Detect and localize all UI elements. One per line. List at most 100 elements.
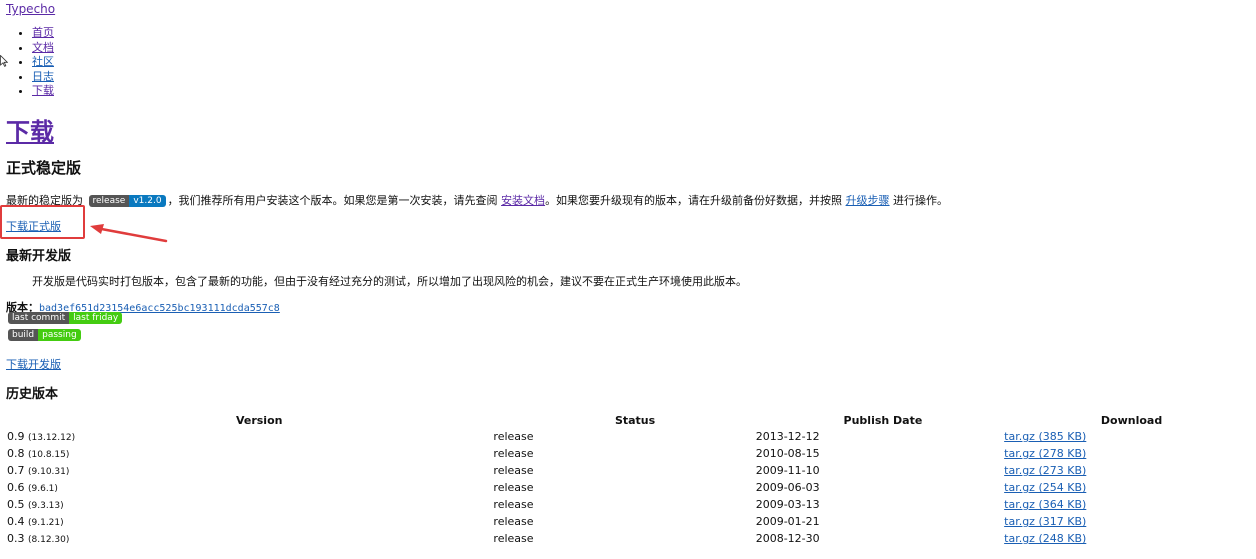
download-archive-link[interactable]: tar.gz (248 KB): [1004, 532, 1086, 545]
status-cell: release: [493, 462, 758, 479]
stable-text-3: 。如果您要升级现有的版本，请在升级前备份好数据，并按照: [545, 194, 846, 207]
main-nav: 首页 文档 社区 日志 下载: [18, 26, 54, 99]
version-cell: 0.4 (9.1.21): [0, 513, 511, 530]
nav-item-docs: 文档: [32, 41, 54, 56]
col-version-header: Version: [235, 413, 283, 427]
page-title-link[interactable]: 下载: [6, 118, 54, 146]
last-commit-badge-label: last commit: [8, 312, 70, 324]
nav-link-blog[interactable]: 日志: [32, 70, 54, 83]
download-archive-link[interactable]: tar.gz (278 KB): [1004, 447, 1086, 460]
table-row: 0.9 (13.12.12) release 2013-12-12 tar.gz (3…: [0, 428, 1256, 445]
publish-date: 2010-08-15: [755, 447, 820, 460]
status-text: release: [493, 464, 534, 477]
nav-link-community[interactable]: 社区: [32, 55, 54, 68]
publish-date: 2009-06-03: [755, 481, 820, 494]
download-cell: tar.gz (317 KB): [1004, 513, 1256, 530]
nav-item-blog: 日志: [32, 70, 54, 85]
download-cell: tar.gz (254 KB): [1004, 479, 1256, 496]
stable-description: 最新的稳定版为 release v1.2.0 ，我们推荐所有用户安装这个版本。如果您…: [6, 192, 948, 208]
download-archive-link[interactable]: tar.gz (385 KB): [1004, 430, 1086, 443]
version-cell: 0.9 (13.12.12): [0, 428, 511, 445]
download-cell: tar.gz (273 KB): [1004, 462, 1256, 479]
date-cell: 2008-12-30: [755, 530, 1007, 547]
download-cell: tar.gz (385 KB): [1004, 428, 1256, 445]
version-build: (9.3.13): [28, 501, 64, 511]
nav-item-community: 社区: [32, 55, 54, 70]
status-text: release: [493, 498, 534, 511]
version-cell: 0.6 (9.6.1): [0, 479, 511, 496]
version-number: 0.5: [7, 498, 25, 511]
table-row: 0.6 (9.6.1) release 2009-06-03 tar.gz (254 …: [0, 479, 1256, 496]
download-archive-link[interactable]: tar.gz (254 KB): [1004, 481, 1086, 494]
status-text: release: [493, 481, 534, 494]
site-brand-link[interactable]: Typecho: [6, 2, 55, 16]
status-text: release: [493, 447, 534, 460]
download-cell: tar.gz (248 KB): [1004, 530, 1256, 547]
stable-text-2: ，我们推荐所有用户安装这个版本。如果您是第一次安装，请先查阅: [167, 194, 502, 207]
history-table-body: 0.9 (13.12.12) release 2013-12-12 tar.gz (3…: [0, 428, 1256, 547]
status-cell: release: [493, 445, 758, 462]
download-cell: tar.gz (364 KB): [1004, 496, 1256, 513]
history-header-row: Version Status Publish Date Download: [0, 412, 1256, 428]
nav-item-home: 首页: [32, 26, 54, 41]
publish-date: 2009-01-21: [755, 515, 820, 528]
install-doc-link[interactable]: 安装文档: [501, 194, 545, 207]
last-commit-badge-value: last friday: [69, 312, 123, 324]
status-text: release: [493, 532, 534, 545]
date-cell: 2009-11-10: [755, 462, 1007, 479]
version-build: (10.8.15): [28, 450, 70, 460]
date-cell: 2009-06-03: [755, 479, 1007, 496]
version-number: 0.7: [7, 464, 25, 477]
stable-heading: 正式稳定版: [6, 159, 82, 177]
status-cell: release: [493, 428, 758, 445]
version-build: (9.10.31): [28, 467, 70, 477]
download-archive-link[interactable]: tar.gz (273 KB): [1004, 464, 1086, 477]
status-text: release: [493, 515, 534, 528]
version-build: (8.12.30): [28, 535, 70, 545]
download-dev-link[interactable]: 下载开发版: [6, 356, 61, 372]
table-row: 0.8 (10.8.15) release 2010-08-15 tar.gz (27…: [0, 445, 1256, 462]
publish-date: 2008-12-30: [755, 532, 820, 545]
nav-item-download: 下载: [32, 84, 54, 99]
col-status-header: Status: [614, 413, 656, 427]
history-table: Version Status Publish Date Download 0.9…: [0, 412, 1256, 547]
version-number: 0.8: [7, 447, 25, 460]
release-badge-value: v1.2.0: [129, 195, 166, 207]
status-cell: release: [493, 530, 758, 547]
publish-date: 2013-12-12: [755, 430, 820, 443]
table-row: 0.3 (8.12.30) release 2008-12-30 tar.gz (24…: [0, 530, 1256, 547]
annotation-highlight-box: [0, 205, 85, 239]
version-build: (9.6.1): [28, 484, 58, 494]
version-number: 0.4: [7, 515, 25, 528]
nav-link-download[interactable]: 下载: [32, 84, 54, 97]
build-badge-value: passing: [38, 329, 81, 341]
version-build: (13.12.12): [28, 433, 76, 443]
version-cell: 0.3 (8.12.30): [0, 530, 511, 547]
nav-link-home[interactable]: 首页: [32, 26, 54, 39]
date-cell: 2010-08-15: [755, 445, 1007, 462]
date-cell: 2009-03-13: [755, 496, 1007, 513]
version-number: 0.3: [7, 532, 25, 545]
download-archive-link[interactable]: tar.gz (317 KB): [1004, 515, 1086, 528]
version-cell: 0.5 (9.3.13): [0, 496, 511, 513]
release-badge-label: release: [88, 195, 130, 207]
version-build: (9.1.21): [28, 518, 64, 528]
version-number: 0.9: [7, 430, 25, 443]
build-badge-label: build: [8, 329, 39, 341]
nav-link-docs[interactable]: 文档: [32, 41, 54, 54]
dev-heading: 最新开发版: [6, 249, 72, 264]
col-download-header: Download: [1100, 413, 1163, 427]
publish-date: 2009-11-10: [755, 464, 820, 477]
table-row: 0.5 (9.3.13) release 2009-03-13 tar.gz (364…: [0, 496, 1256, 513]
table-row: 0.7 (9.10.31) release 2009-11-10 tar.gz (27…: [0, 462, 1256, 479]
version-cell: 0.8 (10.8.15): [0, 445, 511, 462]
dev-description: 开发版是代码实时打包版本，包含了最新的功能，但由于没有经过充分的测试，所以增加了…: [32, 275, 747, 288]
upgrade-steps-link[interactable]: 升级步骤: [846, 194, 890, 207]
status-text: release: [493, 430, 534, 443]
history-heading: 历史版本: [6, 387, 59, 402]
download-archive-link[interactable]: tar.gz (364 KB): [1004, 498, 1086, 511]
publish-date: 2009-03-13: [755, 498, 820, 511]
table-row: 0.4 (9.1.21) release 2009-01-21 tar.gz (317…: [0, 513, 1256, 530]
last-commit-badge: last commit last friday: [8, 312, 123, 324]
mouse-cursor-icon: [0, 55, 8, 67]
